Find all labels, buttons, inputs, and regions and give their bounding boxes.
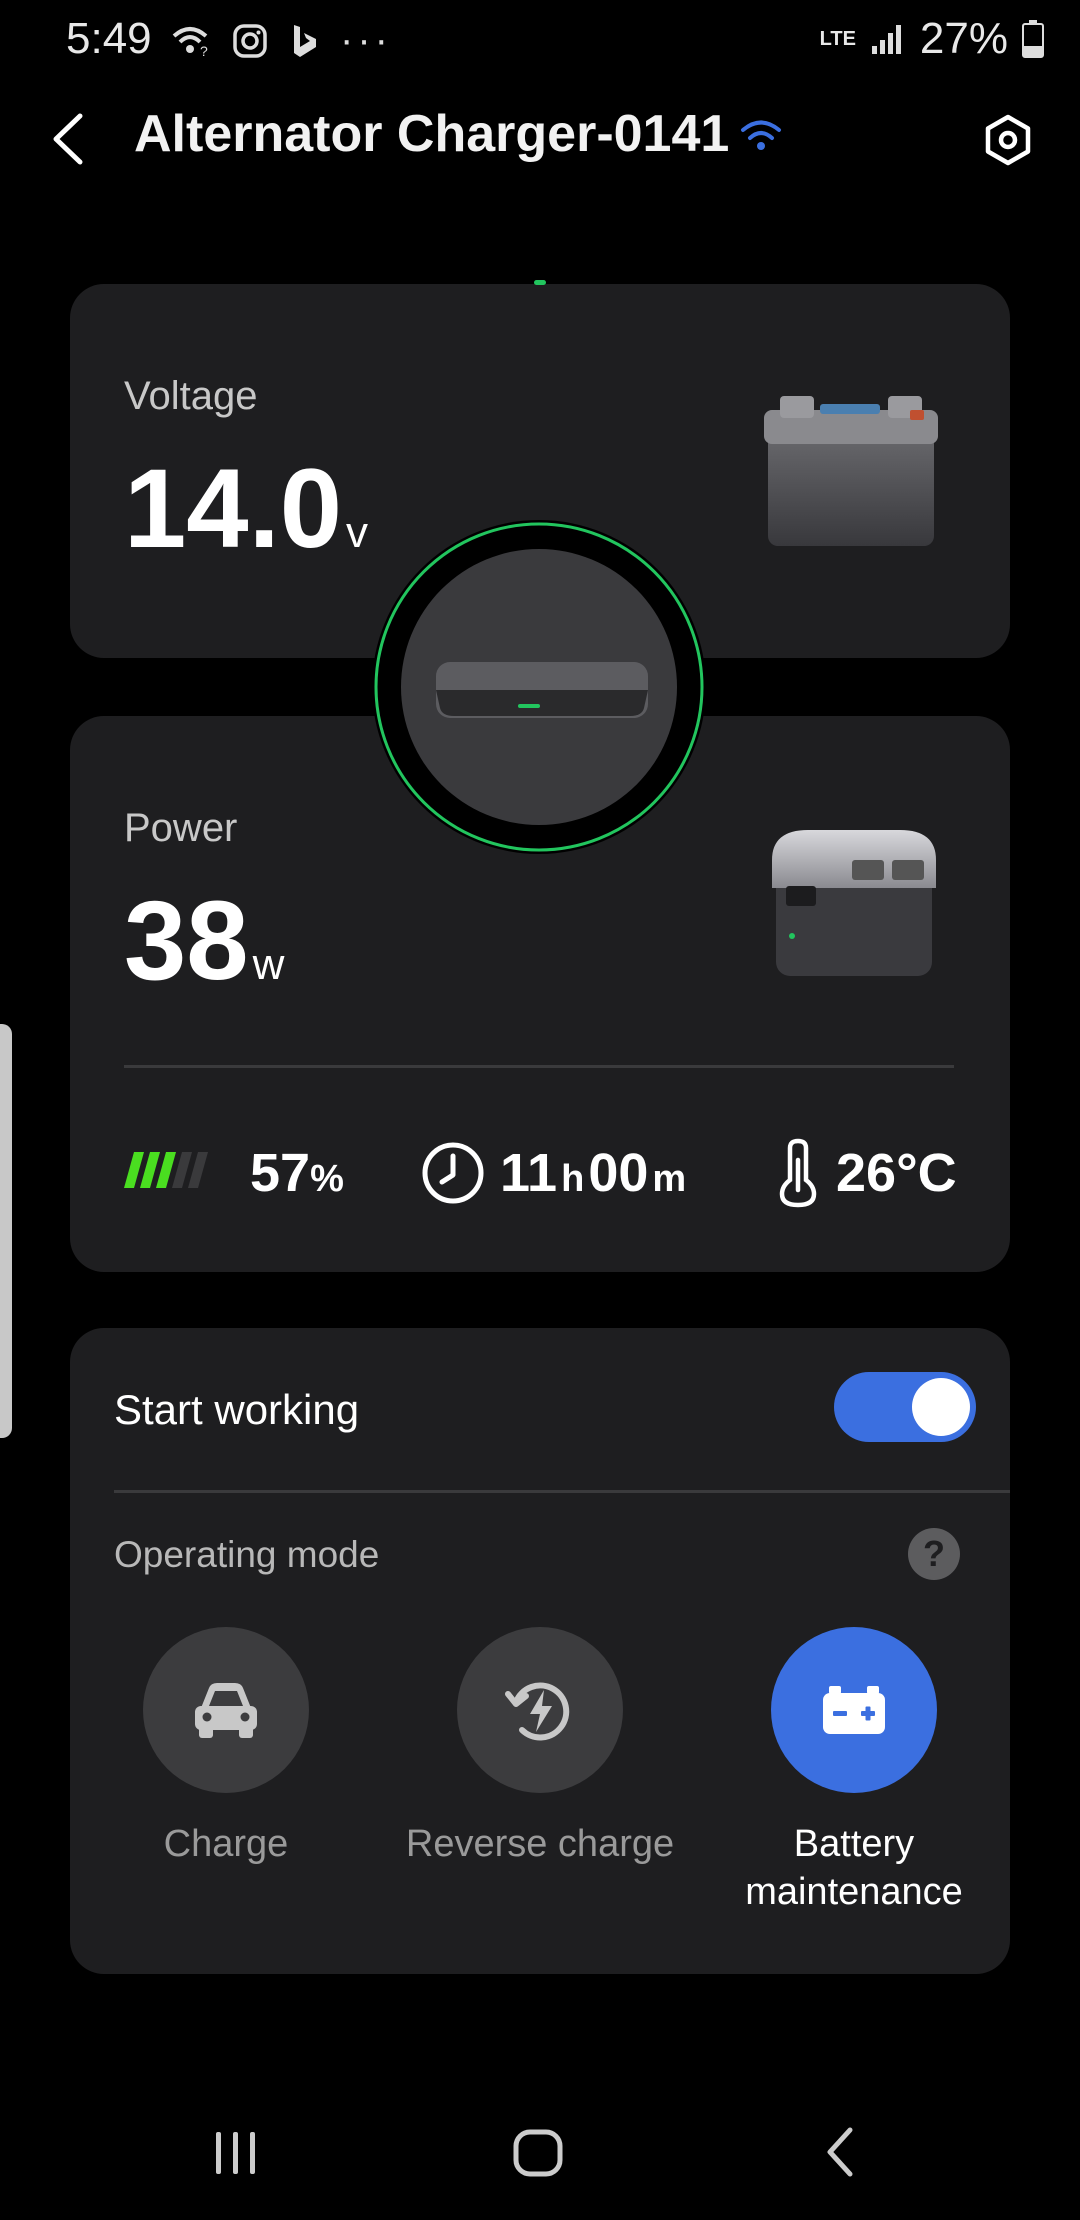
device-status-ring (374, 522, 704, 852)
nav-back-icon[interactable] (822, 2126, 858, 2178)
time-hours: 11 (500, 1143, 558, 1203)
status-dot (534, 280, 546, 285)
mode-charge-label: Charge (163, 1823, 289, 1865)
battery-level-bar (188, 1152, 208, 1188)
connection-wifi-icon (741, 120, 781, 150)
car-icon (195, 1683, 257, 1738)
power-station-image (772, 830, 936, 976)
recent-apps-icon[interactable] (212, 2130, 260, 2176)
signal-icon (871, 25, 901, 54)
remaining-time: 11 h00 m (500, 1142, 686, 1204)
mode-battery-maintenance-line2: maintenance (745, 1871, 963, 1913)
power-unit: w (252, 940, 285, 989)
status-right: LTE 27% (820, 14, 1044, 64)
battery-level-bar (140, 1152, 160, 1188)
operating-mode-label: Operating mode (114, 1534, 380, 1575)
mode-battery-maintenance-line1: Battery (793, 1823, 915, 1865)
temperature-value: 26°C (836, 1143, 957, 1203)
time-m-unit: m (652, 1158, 687, 1200)
voltage-value: 14.0v (124, 444, 368, 573)
mode-battery-maintenance-button[interactable] (771, 1627, 937, 1793)
help-icon[interactable]: ? (908, 1528, 960, 1580)
mode-battery-maintenance-label: Battery maintenance (704, 1820, 1004, 1916)
battery-status-icon (1022, 20, 1044, 58)
battery-level-bar (124, 1152, 144, 1188)
edge-panel-handle[interactable] (0, 1024, 12, 1438)
bing-icon (294, 24, 316, 57)
reverse-charge-icon (505, 1682, 570, 1741)
time-minutes: 00 (588, 1143, 649, 1203)
battery-percent-unit: % (310, 1158, 344, 1200)
svg-text:?: ? (200, 43, 208, 58)
back-button[interactable] (46, 110, 90, 168)
battery-level-bar (172, 1152, 192, 1188)
home-icon[interactable] (512, 2128, 564, 2178)
power-divider (124, 1065, 954, 1068)
voltage-unit: v (345, 508, 368, 557)
instagram-icon (233, 23, 267, 58)
mode-reverse-charge-label: Reverse charge (405, 1823, 675, 1865)
system-nav-bar (0, 2100, 1080, 2200)
car-battery-image (764, 396, 938, 546)
power-number: 38 (124, 878, 249, 1003)
battery-percent-stat: 57% (250, 1142, 344, 1204)
battery-level-bar (156, 1152, 176, 1188)
toggle-knob (912, 1378, 970, 1436)
start-working-toggle[interactable] (834, 1372, 976, 1442)
mode-reverse-charge-button[interactable] (457, 1627, 623, 1793)
page-title: Alternator Charger-0141 (134, 105, 730, 163)
thermometer-icon (779, 1138, 817, 1208)
battery-percent: 27% (919, 14, 1008, 63)
control-divider (114, 1490, 1010, 1493)
wifi-icon: ? (172, 26, 208, 58)
power-value: 38w (124, 876, 284, 1005)
settings-hexagon-icon[interactable] (982, 114, 1034, 166)
clock-icon (422, 1142, 484, 1204)
battery-level-icon (124, 1152, 208, 1188)
power-label: Power (124, 806, 238, 850)
voltage-label: Voltage (124, 374, 258, 418)
network-type: LTE (819, 28, 856, 50)
voltage-number: 14.0 (124, 446, 342, 571)
time-h-unit: h (561, 1158, 585, 1200)
status-notification-icons: ? ··· (170, 18, 392, 63)
battery-icon (823, 1686, 885, 1734)
mode-charge-button[interactable] (143, 1627, 309, 1793)
start-working-label: Start working (114, 1386, 360, 1433)
battery-percent-value: 57 (250, 1143, 311, 1203)
status-time: 5:49 (66, 14, 152, 63)
more-notifications-icon: ··· (340, 18, 392, 62)
